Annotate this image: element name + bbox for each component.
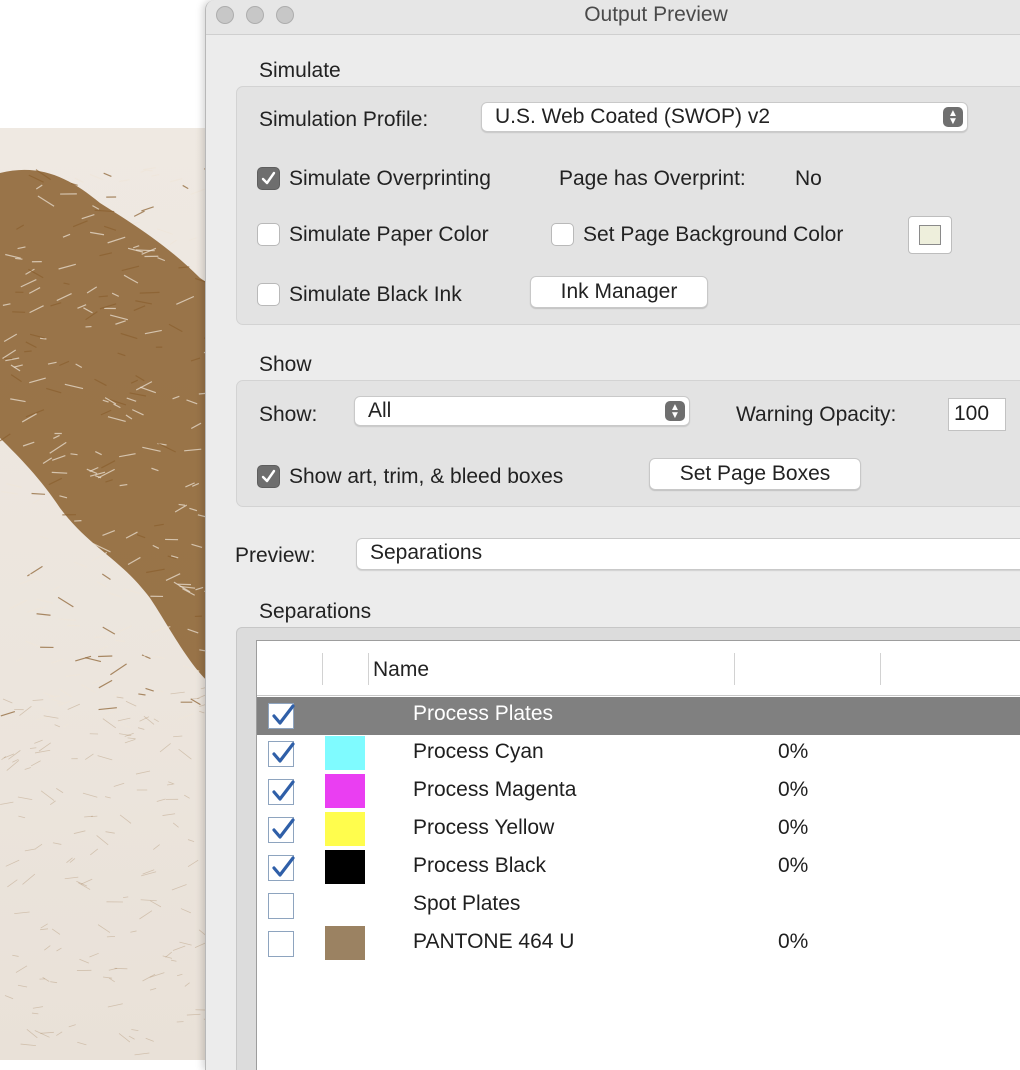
separation-coverage: 0% — [778, 816, 808, 840]
window-title: Output Preview — [206, 3, 1020, 27]
document-artwork — [0, 128, 215, 1060]
checkmark-icon — [268, 776, 298, 806]
checkmark-icon — [260, 468, 277, 485]
separation-name: Spot Plates — [413, 892, 520, 916]
background-color-chip — [919, 225, 941, 245]
output-preview-panel: Output Preview Simulate Simulation Profi… — [205, 0, 1020, 1070]
simulate-paper-color-checkbox[interactable] — [257, 223, 280, 246]
separation-row[interactable]: Spot Plates — [257, 887, 1020, 925]
column-divider — [322, 653, 323, 685]
simulate-section-title: Simulate — [259, 59, 341, 83]
separation-name: Process Black — [413, 854, 546, 878]
set-page-background-label: Set Page Background Color — [583, 223, 843, 247]
separation-visibility-checkbox[interactable] — [268, 741, 294, 767]
separation-visibility-checkbox[interactable] — [268, 855, 294, 881]
separation-coverage: 0% — [778, 778, 808, 802]
ink-color-swatch — [325, 926, 365, 960]
ink-color-swatch — [325, 850, 365, 884]
separation-visibility-checkbox[interactable] — [268, 893, 294, 919]
separation-row[interactable]: Process Magenta 0% — [257, 773, 1020, 811]
page-overprint-label: Page has Overprint: — [559, 167, 746, 191]
checkmark-icon — [268, 700, 298, 730]
simulate-paper-color-label: Simulate Paper Color — [289, 223, 489, 247]
checkmark-icon — [268, 738, 298, 768]
separation-name: Process Magenta — [413, 778, 576, 802]
simulate-overprinting-checkbox[interactable] — [257, 167, 280, 190]
separation-row[interactable]: PANTONE 464 U 0% — [257, 925, 1020, 963]
separation-row[interactable]: Process Yellow 0% — [257, 811, 1020, 849]
simulate-overprinting-label: Simulate Overprinting — [289, 167, 491, 191]
simulate-group: Simulation Profile: U.S. Web Coated (SWO… — [236, 86, 1020, 325]
simulation-profile-select[interactable]: U.S. Web Coated (SWOP) v2 ▲▼ — [481, 102, 968, 132]
separation-visibility-checkbox[interactable] — [268, 931, 294, 957]
column-divider — [734, 653, 735, 685]
separation-visibility-checkbox[interactable] — [268, 817, 294, 843]
show-select[interactable]: All ▲▼ — [354, 396, 690, 426]
separation-name: Process Cyan — [413, 740, 544, 764]
warning-opacity-label: Warning Opacity: — [736, 403, 896, 427]
separations-list: Name Process PlatesProcess Cyan0%Process… — [256, 640, 1020, 1070]
title-bar: Output Preview — [206, 0, 1020, 35]
separation-row[interactable]: Process Black 0% — [257, 849, 1020, 887]
show-boxes-label: Show art, trim, & bleed boxes — [289, 465, 563, 489]
document-canvas — [0, 0, 215, 1060]
separation-name: PANTONE 464 U — [413, 930, 574, 954]
separation-row[interactable]: Process Cyan 0% — [257, 735, 1020, 773]
updown-chevron-icon: ▲▼ — [943, 107, 963, 127]
ink-color-swatch — [325, 736, 365, 770]
warning-opacity-input[interactable]: 100 — [948, 398, 1006, 431]
page-background-color-swatch[interactable] — [908, 216, 952, 254]
page-overprint-value: No — [795, 167, 822, 191]
checkmark-icon — [260, 170, 277, 187]
show-value: All — [368, 399, 391, 423]
simulation-profile-label: Simulation Profile: — [259, 108, 428, 132]
separations-header: Name — [257, 641, 1020, 696]
separation-coverage: 0% — [778, 740, 808, 764]
simulation-profile-value: U.S. Web Coated (SWOP) v2 — [495, 105, 770, 129]
separation-name: Process Plates — [413, 702, 553, 726]
checkmark-icon — [268, 814, 298, 844]
updown-chevron-icon: ▲▼ — [665, 401, 685, 421]
separation-visibility-checkbox[interactable] — [268, 703, 294, 729]
separation-coverage: 0% — [778, 930, 808, 954]
document-page — [0, 128, 215, 1060]
ink-color-swatch — [325, 812, 365, 846]
ink-manager-button[interactable]: Ink Manager — [530, 276, 708, 308]
column-divider — [880, 653, 881, 685]
preview-value: Separations — [370, 541, 482, 565]
separation-name: Process Yellow — [413, 816, 554, 840]
set-page-boxes-button[interactable]: Set Page Boxes — [649, 458, 861, 490]
show-label: Show: — [259, 403, 317, 427]
column-divider — [368, 653, 369, 685]
separations-section-title: Separations — [259, 600, 371, 624]
show-boxes-checkbox[interactable] — [257, 465, 280, 488]
ink-color-swatch — [325, 774, 365, 808]
preview-select[interactable]: Separations — [356, 538, 1020, 570]
simulate-black-ink-checkbox[interactable] — [257, 283, 280, 306]
separation-row[interactable]: Process Plates — [257, 697, 1020, 735]
checkmark-icon — [268, 852, 298, 882]
simulate-black-ink-label: Simulate Black Ink — [289, 283, 462, 307]
name-column-header[interactable]: Name — [373, 658, 429, 682]
show-section-title: Show — [259, 353, 312, 377]
separation-coverage: 0% — [778, 854, 808, 878]
show-group: Show: All ▲▼ Warning Opacity: 100 Show a… — [236, 380, 1020, 507]
set-page-background-checkbox[interactable] — [551, 223, 574, 246]
separation-visibility-checkbox[interactable] — [268, 779, 294, 805]
preview-label: Preview: — [235, 544, 316, 568]
